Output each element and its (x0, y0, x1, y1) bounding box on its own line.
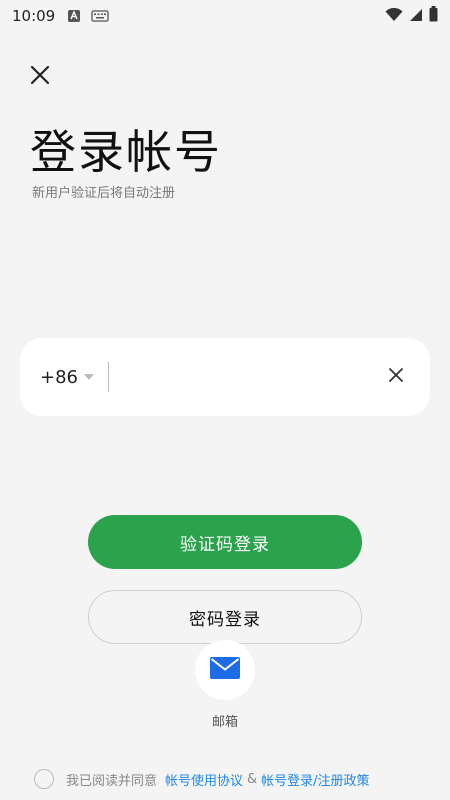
status-bar: 10:09 (0, 0, 450, 32)
email-login-button[interactable] (195, 640, 255, 700)
email-login-label: 邮箱 (211, 715, 238, 730)
login-policy-link[interactable]: 帐号登录/注册政策 (261, 770, 369, 789)
country-code-value: +86 (40, 366, 78, 388)
battery-icon (429, 6, 438, 26)
agreement-ampersand: & (247, 771, 258, 787)
page-subtitle: 新用户验证后将自动注册 (32, 186, 176, 201)
app-a-icon (67, 9, 81, 23)
password-login-button[interactable]: 密码登录 (88, 590, 362, 644)
wifi-icon (385, 7, 403, 26)
clear-icon (388, 367, 404, 387)
mail-icon (210, 657, 240, 683)
agreement-checkbox[interactable] (34, 769, 54, 789)
page-title: 登录帐号 (30, 125, 222, 179)
agreement-row: 我已阅读并同意 帐号使用协议 & 帐号登录/注册政策 (34, 768, 370, 790)
status-right-icons (385, 6, 438, 26)
agreement-prefix: 我已阅读并同意 (66, 773, 158, 789)
dropdown-arrow-icon (84, 374, 94, 380)
keyboard-icon (91, 10, 109, 22)
phone-input-card: +86 (20, 338, 430, 416)
status-time: 10:09 (12, 7, 56, 25)
country-code-selector[interactable]: +86 (40, 367, 94, 388)
close-icon (30, 65, 50, 89)
signal-icon (409, 7, 423, 26)
phone-number-input[interactable] (108, 362, 384, 392)
sms-code-login-button[interactable]: 验证码登录 (88, 515, 362, 569)
close-button[interactable] (27, 64, 53, 90)
clear-input-button[interactable] (384, 365, 408, 389)
account-agreement-link[interactable]: 帐号使用协议 (165, 770, 243, 789)
